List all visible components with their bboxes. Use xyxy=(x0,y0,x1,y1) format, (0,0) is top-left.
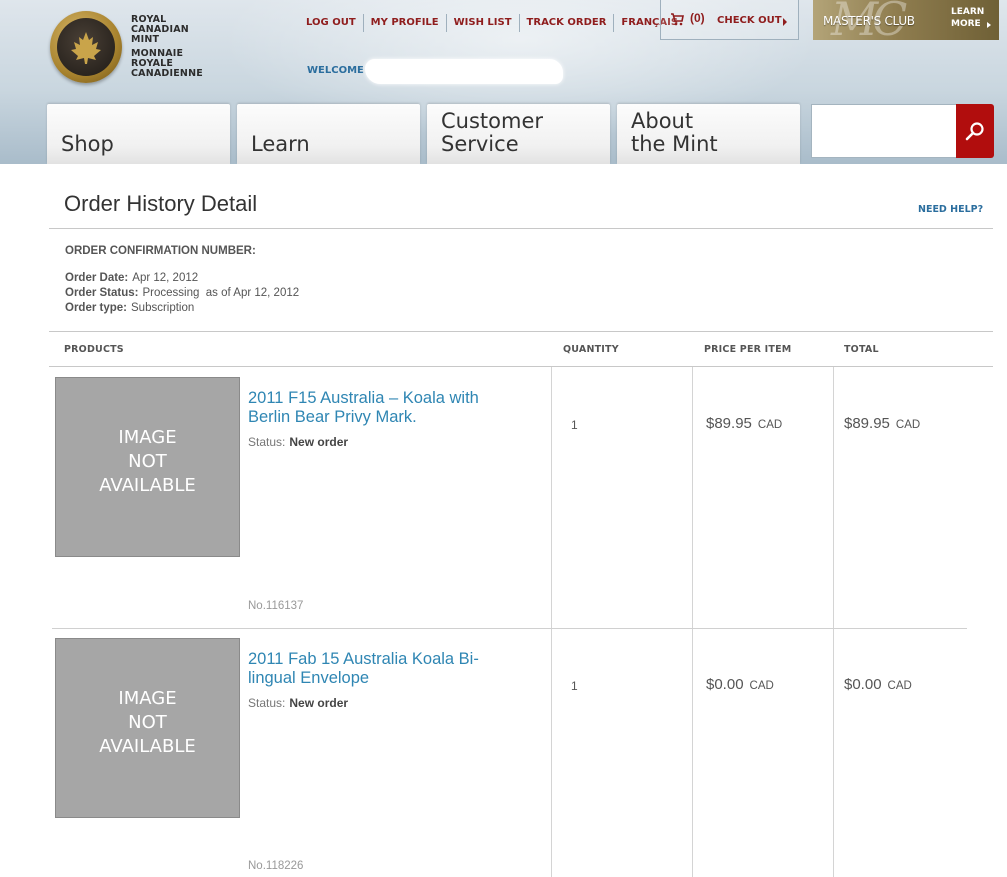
header-total: TOTAL xyxy=(844,344,879,355)
masters-club-banner[interactable]: MC MASTER'S CLUB LEARN MORE xyxy=(813,0,999,40)
maple-leaf-icon xyxy=(71,32,101,64)
divider xyxy=(49,331,993,332)
row-divider xyxy=(52,628,967,629)
tab-label: Shop xyxy=(61,132,114,156)
header-products: PRODUCTS xyxy=(64,344,124,355)
tab-shop[interactable]: Shop xyxy=(47,104,230,164)
checkout-link[interactable]: CHECK OUT xyxy=(717,15,782,26)
product-status: Status: New order xyxy=(248,435,348,449)
order-date-value: Apr 12, 2012 xyxy=(132,272,199,284)
total-currency: CAD xyxy=(887,680,912,692)
column-divider xyxy=(551,367,552,877)
quantity-value: 1 xyxy=(571,679,578,693)
total-amount: $0.00 xyxy=(844,676,882,693)
page-title: Order History Detail xyxy=(64,191,258,216)
search-icon xyxy=(965,122,984,141)
redacted-username xyxy=(365,59,563,84)
price-currency: CAD xyxy=(749,680,774,692)
need-help-link[interactable]: NEED HELP? xyxy=(918,204,983,215)
learn-more-link[interactable]: LEARN MORE xyxy=(951,6,984,30)
price-amount: $89.95 xyxy=(706,415,752,432)
caret-right-icon xyxy=(987,22,991,28)
cart-icon xyxy=(671,13,684,26)
total-price: $89.95 CAD xyxy=(844,415,920,432)
brand-wordmark: Royal Canadian Mint Monnaie Royale Canad… xyxy=(131,15,203,79)
cart-checkout-box[interactable]: (0) CHECK OUT xyxy=(660,0,799,40)
order-date: Order Date: Apr 12, 2012 xyxy=(65,272,198,284)
column-divider xyxy=(692,367,693,877)
learn-more-line: MORE xyxy=(951,19,981,29)
confirmation-number-label: ORDER CONFIRMATION NUMBER: xyxy=(65,245,256,257)
total-currency: CAD xyxy=(895,419,921,431)
product-status-value: New order xyxy=(289,435,349,449)
order-type: Order type: Subscription xyxy=(65,302,194,314)
column-divider xyxy=(833,367,834,877)
mint-logo[interactable] xyxy=(50,11,122,83)
product-number: No.116137 xyxy=(248,600,304,612)
price-per-item: $89.95 CAD xyxy=(706,415,782,432)
order-status-label: Order Status: xyxy=(65,287,139,299)
tab-learn[interactable]: Learn xyxy=(237,104,420,164)
order-status: Order Status: Processing as of Apr 12, 20… xyxy=(65,287,299,299)
image-not-available-text: IMAGE NOT AVAILABLE xyxy=(99,688,196,757)
logo-medallion xyxy=(57,18,115,76)
product-image-placeholder[interactable]: IMAGE NOT AVAILABLE xyxy=(55,638,240,818)
tab-label: Customer Service xyxy=(441,109,544,156)
search-input[interactable] xyxy=(811,104,957,158)
tab-label: About the Mint xyxy=(631,109,718,156)
brand-line: Mint xyxy=(131,34,160,45)
divider xyxy=(49,366,993,367)
caret-right-icon xyxy=(783,18,787,26)
quantity-value: 1 xyxy=(571,418,578,432)
total-amount: $89.95 xyxy=(844,415,890,432)
image-not-available-text: IMAGE NOT AVAILABLE xyxy=(99,427,196,496)
product-status: Status: New order xyxy=(248,696,348,710)
product-name-link[interactable]: 2011 F15 Australia – Koala with Berlin B… xyxy=(248,389,498,427)
site-header: Royal Canadian Mint Monnaie Royale Canad… xyxy=(0,0,1007,164)
order-status-value: Processing as of Apr 12, 2012 xyxy=(142,287,300,299)
utility-nav: LOG OUT MY PROFILE WISH LIST TRACK ORDER… xyxy=(299,14,685,32)
product-name-link[interactable]: 2011 Fab 15 Australia Koala Bi-lingual E… xyxy=(248,650,498,688)
product-status-value: New order xyxy=(289,696,349,710)
product-status-label: Status: xyxy=(248,696,286,710)
order-date-label: Order Date: xyxy=(65,272,129,284)
tab-label: Learn xyxy=(251,132,310,156)
product-status-label: Status: xyxy=(248,435,286,449)
order-type-label: Order type: xyxy=(65,302,127,314)
order-type-value: Subscription xyxy=(131,302,195,314)
learn-more-line: LEARN xyxy=(951,7,985,17)
price-per-item: $0.00 CAD xyxy=(706,676,774,693)
price-currency: CAD xyxy=(757,419,783,431)
total-price: $0.00 CAD xyxy=(844,676,912,693)
tab-about-the-mint[interactable]: About the Mint xyxy=(617,104,800,164)
product-number: No.118226 xyxy=(248,860,304,872)
cart-count: (0) xyxy=(690,11,705,25)
my-profile-link[interactable]: MY PROFILE xyxy=(364,14,447,32)
track-order-link[interactable]: TRACK ORDER xyxy=(520,14,615,32)
header-quantity: QUANTITY xyxy=(563,344,619,355)
tab-customer-service[interactable]: Customer Service xyxy=(427,104,610,164)
welcome-label: WELCOME xyxy=(307,65,364,76)
logout-link[interactable]: LOG OUT xyxy=(299,14,364,32)
divider xyxy=(49,228,993,229)
price-amount: $0.00 xyxy=(706,676,744,693)
wish-list-link[interactable]: WISH LIST xyxy=(447,14,520,32)
brand-line: Canadienne xyxy=(131,68,203,79)
product-image-placeholder[interactable]: IMAGE NOT AVAILABLE xyxy=(55,377,240,557)
masters-club-label: MASTER'S CLUB xyxy=(823,14,915,28)
search-button[interactable] xyxy=(956,104,994,158)
header-price-per-item: PRICE PER ITEM xyxy=(704,344,792,355)
